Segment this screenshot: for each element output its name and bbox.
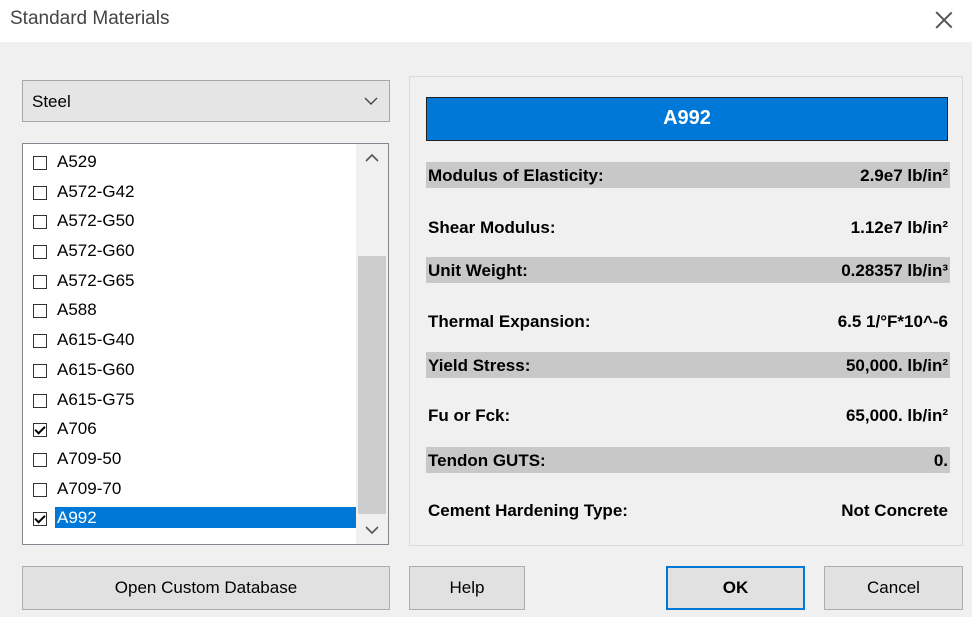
list-item-label: A588 xyxy=(57,300,97,320)
list-item[interactable]: A615-G75 xyxy=(23,385,358,415)
property-row: Cement Hardening Type: Not Concrete xyxy=(426,497,950,523)
list-item[interactable]: A572-G60 xyxy=(23,236,358,266)
chevron-down-icon xyxy=(364,97,378,105)
property-name: Yield Stress: xyxy=(428,356,531,375)
checkbox[interactable] xyxy=(33,452,47,467)
property-row: Yield Stress: 50,000. lb/in² xyxy=(426,352,950,378)
material-type-dropdown[interactable]: Steel xyxy=(22,80,390,122)
ok-button[interactable]: OK xyxy=(666,566,805,610)
property-name: Cement Hardening Type: xyxy=(428,501,628,520)
property-name: Shear Modulus: xyxy=(428,218,556,237)
property-value: 50,000. lb/in² xyxy=(845,356,948,375)
property-row: Thermal Expansion: 6.5 1/°F*10^-6 xyxy=(426,308,950,334)
material-type-value: Steel xyxy=(32,92,71,111)
list-item[interactable]: A572-G65 xyxy=(23,266,358,296)
list-item[interactable]: A615-G40 xyxy=(23,325,358,355)
list-item-label: A572-G60 xyxy=(57,241,135,261)
scroll-up-icon[interactable] xyxy=(356,144,388,172)
list-item[interactable]: A706 xyxy=(23,414,358,444)
property-name: Thermal Expansion: xyxy=(428,312,591,331)
list-item-label: A709-70 xyxy=(57,478,122,498)
list-item[interactable]: A615-G60 xyxy=(23,355,358,385)
list-item-label: A572-G42 xyxy=(57,181,135,201)
property-name: Unit Weight: xyxy=(428,261,528,280)
list-item[interactable]: A572-G50 xyxy=(23,206,358,236)
list-item-label: A709-50 xyxy=(57,448,122,468)
checkbox[interactable] xyxy=(33,274,47,289)
list-item-label: A706 xyxy=(57,419,97,439)
scroll-down-icon[interactable] xyxy=(356,516,388,544)
list-item[interactable]: A572-G42 xyxy=(23,177,358,207)
help-button[interactable]: Help xyxy=(409,566,525,610)
list-item[interactable]: A709-70 xyxy=(23,474,358,504)
property-value: 2.9e7 lb/in² xyxy=(860,166,948,185)
title-bar: Standard Materials xyxy=(0,0,972,42)
checkbox[interactable] xyxy=(33,304,47,319)
material-list[interactable]: A529 A572-G42 A572-G50 A572-G60 A572-G65… xyxy=(22,143,389,545)
open-custom-database-button[interactable]: Open Custom Database xyxy=(22,566,390,610)
property-value: 0.28357 lb/in³ xyxy=(841,261,948,280)
checkbox[interactable] xyxy=(33,423,47,438)
list-item-label: A615-G75 xyxy=(57,389,135,409)
close-icon[interactable] xyxy=(930,6,958,34)
list-scrollbar[interactable] xyxy=(356,144,388,544)
property-row: Modulus of Elasticity: 2.9e7 lb/in² xyxy=(426,162,950,188)
checkbox[interactable] xyxy=(33,482,47,497)
property-name: Fu or Fck: xyxy=(428,406,511,425)
list-item-label: A992 xyxy=(55,507,358,529)
checkbox[interactable] xyxy=(33,334,47,349)
property-value: 0. xyxy=(933,451,948,470)
list-item-label: A615-G40 xyxy=(57,330,135,350)
property-row: Fu or Fck: 65,000. lb/in² xyxy=(426,402,950,428)
cancel-button[interactable]: Cancel xyxy=(824,566,963,610)
list-item-label: A572-G50 xyxy=(57,211,135,231)
property-row: Shear Modulus: 1.12e7 lb/in² xyxy=(426,214,950,240)
property-name: Tendon GUTS: xyxy=(428,451,546,470)
checkbox[interactable] xyxy=(33,512,47,527)
list-item[interactable]: A709-50 xyxy=(23,444,358,474)
properties-panel: A992 Modulus of Elasticity: 2.9e7 lb/in² … xyxy=(409,76,963,546)
checkbox[interactable] xyxy=(33,393,47,408)
property-value: Not Concrete xyxy=(841,501,948,520)
list-item[interactable]: A529 xyxy=(23,147,358,177)
property-value: 1.12e7 lb/in² xyxy=(850,218,948,237)
checkbox[interactable] xyxy=(33,156,47,170)
scrollbar-thumb[interactable] xyxy=(358,256,386,514)
list-item-label: A529 xyxy=(57,152,97,171)
checkbox[interactable] xyxy=(33,185,47,200)
property-name: Modulus of Elasticity: xyxy=(428,166,604,185)
checkbox[interactable] xyxy=(33,245,47,260)
list-item[interactable]: A588 xyxy=(23,295,358,325)
checkbox[interactable] xyxy=(33,363,47,378)
material-name-header: A992 xyxy=(426,97,948,141)
property-value: 6.5 1/°F*10^-6 xyxy=(837,312,948,331)
property-row: Unit Weight: 0.28357 lb/in³ xyxy=(426,257,950,283)
material-list-items: A529 A572-G42 A572-G50 A572-G60 A572-G65… xyxy=(23,147,358,533)
list-item[interactable]: A992 xyxy=(23,503,358,533)
window-title: Standard Materials xyxy=(10,8,170,29)
checkbox[interactable] xyxy=(33,215,47,230)
list-item-label: A615-G60 xyxy=(57,359,135,379)
list-item-label: A572-G65 xyxy=(57,270,135,290)
property-row: Tendon GUTS: 0. xyxy=(426,447,950,473)
property-value: 65,000. lb/in² xyxy=(845,406,948,425)
